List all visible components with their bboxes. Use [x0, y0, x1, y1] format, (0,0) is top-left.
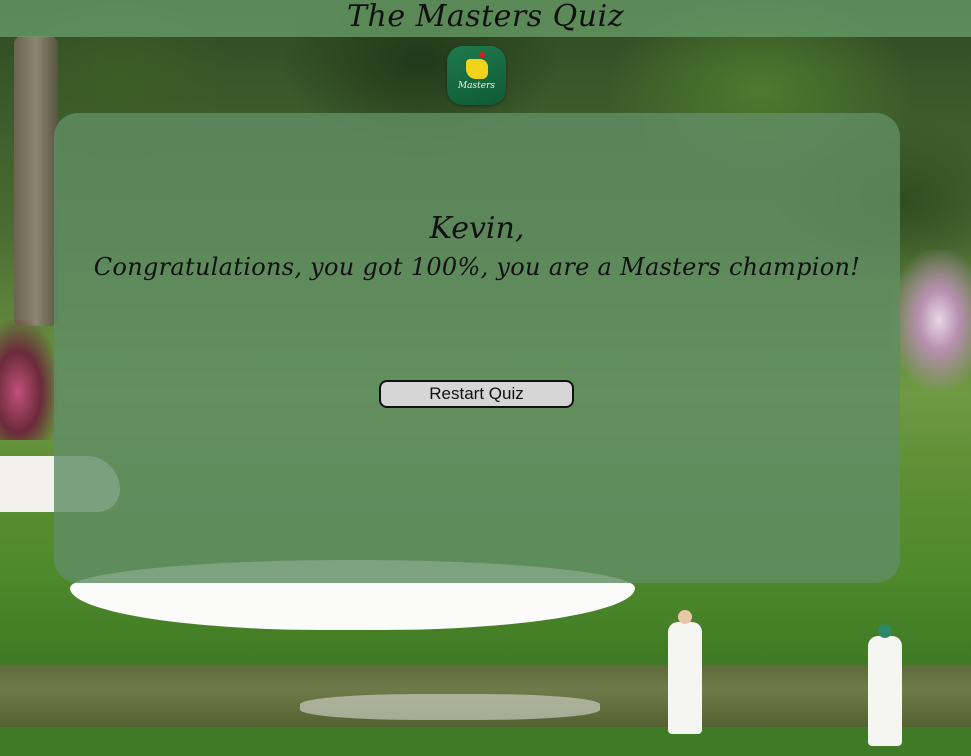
result-message: Congratulations, you got 100%, you are a…	[93, 253, 861, 281]
background-water-reflection	[300, 694, 600, 720]
background-tree-trunk	[14, 36, 58, 326]
background-caddie	[868, 636, 902, 746]
player-name: Kevin,	[429, 211, 525, 246]
background-flowers-left	[0, 320, 60, 440]
logo-flag-icon	[479, 52, 485, 58]
background-golfer	[668, 622, 702, 734]
page-title: The Masters Quiz	[346, 0, 625, 34]
background-flowers-right	[891, 250, 971, 390]
quiz-result-panel: Kevin, Congratulations, you got 100%, yo…	[54, 113, 900, 583]
logo-map-shape	[466, 59, 488, 79]
page-header: The Masters Quiz	[0, 0, 971, 37]
restart-quiz-button[interactable]: Restart Quiz	[379, 380, 574, 408]
logo-text: Masters	[457, 81, 496, 91]
background-caddie-head	[878, 624, 892, 638]
masters-logo-icon: Masters	[447, 46, 506, 105]
background-golfer-head	[678, 610, 692, 624]
background-fairway	[0, 727, 971, 756]
